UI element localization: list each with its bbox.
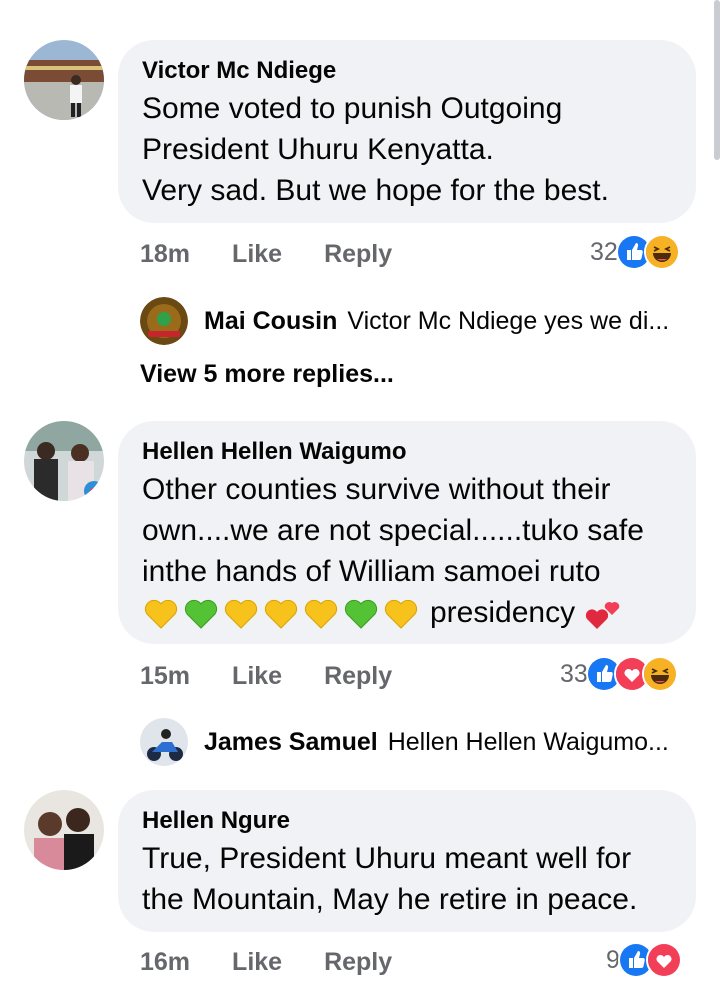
comment-time[interactable]: 18m	[140, 240, 190, 269]
haha-icon	[641, 656, 678, 692]
reaction-summary[interactable]: 33	[560, 654, 678, 694]
comment-actions: 16m Like Reply	[140, 942, 434, 982]
reply-avatar[interactable]	[140, 297, 188, 345]
reaction-summary[interactable]: 32	[590, 232, 680, 272]
reply-text: Victor Mc Ndiege yes we di...	[347, 306, 670, 335]
comment-author[interactable]: Hellen Hellen Waigumo	[142, 435, 672, 469]
reply-author[interactable]: Mai Cousin	[204, 307, 337, 336]
comment-actions: 18m Like Reply	[140, 234, 434, 274]
avatar-photo-icon	[24, 421, 104, 501]
comment-time[interactable]: 16m	[140, 948, 190, 977]
reply-button[interactable]: Reply	[324, 662, 392, 691]
reaction-summary[interactable]: 9	[606, 940, 682, 980]
comment-text: Other counties survive without their own…	[142, 473, 644, 588]
comment-text: True, President Uhuru meant well for the…	[142, 842, 638, 916]
emoji-line: presidency	[142, 592, 672, 633]
avatar-photo-icon	[140, 297, 188, 345]
comment-bubble[interactable]: Hellen Ngure True, President Uhuru meant…	[118, 790, 696, 932]
reply-preview[interactable]: James Samuel Hellen Hellen Waigumo...	[140, 718, 669, 766]
yellow-heart-icon	[144, 599, 178, 629]
reaction-count: 33	[560, 659, 588, 688]
reply-button[interactable]: Reply	[324, 948, 392, 977]
love-icon	[645, 942, 682, 978]
scrollbar[interactable]	[714, 0, 720, 160]
reply-avatar[interactable]	[140, 718, 188, 766]
avatar-photo-icon	[24, 40, 104, 120]
green-heart-icon	[184, 599, 218, 629]
two-hearts-icon	[585, 601, 620, 629]
avatar[interactable]	[24, 40, 104, 120]
reaction-count: 32	[590, 237, 618, 266]
avatar-photo-icon	[24, 790, 104, 870]
comment-text: Some voted to punish Outgoing President …	[142, 92, 609, 207]
comment-actions: 15m Like Reply	[140, 656, 434, 696]
reply-preview[interactable]: Mai Cousin Victor Mc Ndiege yes we di...	[140, 297, 669, 345]
yellow-heart-icon	[264, 599, 298, 629]
avatar[interactable]	[24, 790, 104, 870]
yellow-heart-icon	[384, 599, 418, 629]
comment-author[interactable]: Hellen Ngure	[142, 804, 672, 838]
comment-bubble[interactable]: Victor Mc Ndiege Some voted to punish Ou…	[118, 40, 696, 223]
comment-time[interactable]: 15m	[140, 662, 190, 691]
view-more-replies-link[interactable]: View 5 more replies...	[140, 360, 394, 389]
green-heart-icon	[344, 599, 378, 629]
reply-text: Hellen Hellen Waigumo...	[387, 727, 669, 756]
avatar[interactable]	[24, 421, 104, 501]
like-button[interactable]: Like	[232, 948, 282, 977]
like-button[interactable]: Like	[232, 662, 282, 691]
haha-icon	[643, 234, 680, 270]
avatar-photo-icon	[140, 718, 188, 766]
like-button[interactable]: Like	[232, 240, 282, 269]
yellow-heart-icon	[304, 599, 338, 629]
reply-button[interactable]: Reply	[324, 240, 392, 269]
emoji-suffix-text: presidency	[430, 596, 576, 629]
comment-bubble[interactable]: Hellen Hellen Waigumo Other counties sur…	[118, 421, 696, 644]
yellow-heart-icon	[224, 599, 258, 629]
reply-author[interactable]: James Samuel	[204, 728, 378, 757]
comment-author[interactable]: Victor Mc Ndiege	[142, 54, 672, 88]
